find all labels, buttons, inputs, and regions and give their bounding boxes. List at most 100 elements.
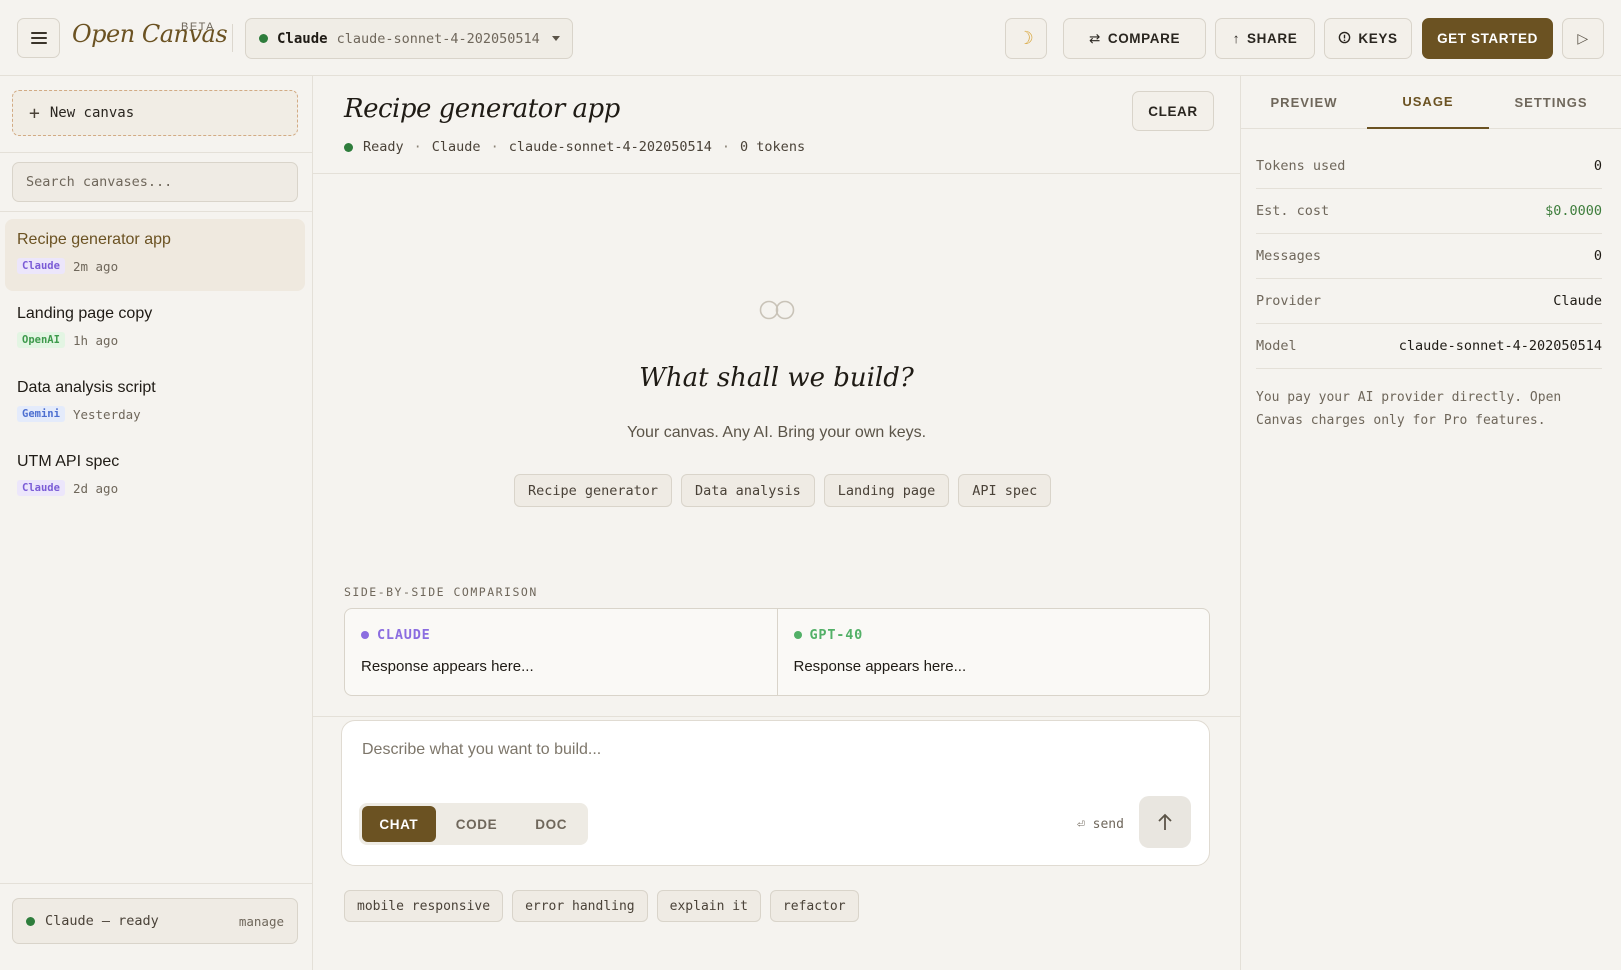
send-hint: ⏎ send bbox=[1077, 817, 1124, 832]
prompt-composer: CHAT CODE DOC ⏎ send bbox=[341, 720, 1210, 866]
model-name: claude-sonnet-4-202050514 bbox=[336, 30, 540, 47]
stat-row: Est. cost $0.0000 bbox=[1256, 189, 1602, 234]
starter-chip[interactable]: API spec bbox=[958, 474, 1052, 507]
empty-state-heading: What shall we build? bbox=[639, 363, 914, 393]
provider-dot bbox=[793, 631, 802, 639]
stat-label: Provider bbox=[1256, 293, 1322, 309]
canvas-main: Recipe generator app Ready · Claude · cl… bbox=[313, 76, 1240, 970]
moon-icon: ☽ bbox=[1017, 28, 1035, 48]
prompt-input[interactable] bbox=[362, 741, 1182, 781]
canvas-item-title: Recipe generator app bbox=[17, 231, 171, 248]
mode-tab-doc[interactable]: DOC bbox=[517, 806, 585, 842]
comparison-label: SIDE-BY-SIDE COMPARISON bbox=[344, 585, 538, 599]
clear-button[interactable]: CLEAR bbox=[1132, 91, 1214, 131]
comparison-panel: CLAUDE Response appears here... GPT-40 R… bbox=[344, 608, 1210, 696]
provider-tag: Claude bbox=[17, 258, 65, 274]
starter-chip[interactable]: Recipe generator bbox=[514, 474, 673, 507]
swap-arrows-icon: ⇄ bbox=[1088, 30, 1101, 46]
page-title: Recipe generator app bbox=[344, 94, 620, 124]
share-label: SHARE bbox=[1247, 31, 1298, 46]
comparison-provider-name: GPT-40 bbox=[809, 627, 864, 643]
stat-label: Model bbox=[1256, 338, 1297, 354]
canvas-item-title: UTM API spec bbox=[17, 453, 120, 470]
status-provider: Claude bbox=[431, 139, 481, 155]
canvas-item-title: Data analysis script bbox=[17, 379, 156, 396]
tab-preview[interactable]: PREVIEW bbox=[1241, 76, 1367, 129]
divider bbox=[313, 716, 1240, 717]
header-divider bbox=[232, 24, 233, 52]
canvas-item-utm-api-spec[interactable]: UTM API spec Claude 2d ago bbox=[5, 441, 305, 513]
suggestion-chip[interactable]: mobile responsive bbox=[344, 890, 504, 922]
status-dot bbox=[344, 142, 353, 152]
canvas-item-time: 1h ago bbox=[72, 332, 119, 348]
stat-value: 0 bbox=[1593, 158, 1602, 174]
get-started-button[interactable]: GET STARTED bbox=[1422, 18, 1553, 59]
infinity-icon bbox=[759, 300, 795, 320]
keys-label: KEYS bbox=[1358, 31, 1398, 46]
divider bbox=[0, 152, 313, 153]
billing-note: You pay your AI provider directly. Open … bbox=[1256, 390, 1562, 428]
canvas-item-recipe-generator[interactable]: Recipe generator app Claude 2m ago bbox=[5, 219, 305, 291]
canvas-list: Recipe generator app Claude 2m ago Landi… bbox=[5, 219, 305, 515]
provider-tag: Claude bbox=[17, 480, 65, 496]
stat-value: Claude bbox=[1553, 293, 1602, 309]
key-circle-icon bbox=[1338, 31, 1351, 47]
comparison-column-claude: CLAUDE Response appears here... bbox=[345, 609, 777, 695]
divider bbox=[0, 211, 313, 212]
suggestion-chip[interactable]: explain it bbox=[656, 890, 761, 922]
stat-label: Tokens used bbox=[1256, 158, 1346, 174]
hamburger-icon[interactable] bbox=[17, 18, 60, 58]
tab-settings[interactable]: SETTINGS bbox=[1489, 76, 1613, 129]
chevron-down-icon bbox=[551, 36, 560, 41]
provider-status: Claude — ready manage bbox=[12, 898, 298, 944]
comparison-column-gpt: GPT-40 Response appears here... bbox=[776, 609, 1210, 695]
status-dot bbox=[26, 916, 35, 926]
usage-stats: Tokens used 0 Est. cost $0.0000 Messages… bbox=[1256, 144, 1602, 369]
keys-button[interactable]: KEYS bbox=[1324, 18, 1412, 59]
starter-chip[interactable]: Data analysis bbox=[681, 474, 815, 507]
compare-label: COMPARE bbox=[1107, 31, 1181, 46]
canvas-item-landing-page[interactable]: Landing page copy OpenAI 1h ago bbox=[5, 293, 305, 365]
provider-tag: Gemini bbox=[17, 406, 65, 422]
plus-icon: + bbox=[29, 102, 40, 124]
manage-link[interactable]: manage bbox=[239, 914, 284, 929]
arrow-up-icon: ↑ bbox=[1232, 31, 1241, 46]
mode-tab-code[interactable]: CODE bbox=[436, 806, 518, 842]
mode-tab-chat[interactable]: CHAT bbox=[362, 806, 436, 842]
play-icon: ▷ bbox=[1577, 30, 1589, 46]
canvas-status-line: Ready · Claude · claude-sonnet-4-2020505… bbox=[344, 139, 805, 155]
model-selector[interactable]: Claude claude-sonnet-4-202050514 bbox=[245, 18, 573, 59]
new-canvas-button[interactable]: + New canvas bbox=[12, 90, 298, 136]
comparison-provider-name: CLAUDE bbox=[377, 627, 431, 643]
tab-usage[interactable]: USAGE bbox=[1367, 76, 1489, 129]
search-input[interactable] bbox=[12, 162, 298, 202]
suggestion-chips: mobile responsive error handling explain… bbox=[344, 890, 859, 922]
status-model: claude-sonnet-4-202050514 bbox=[508, 139, 712, 155]
share-button[interactable]: ↑ SHARE bbox=[1215, 18, 1315, 59]
status-state: Ready bbox=[363, 139, 404, 155]
right-panel-tabs: PREVIEW USAGE SETTINGS bbox=[1241, 76, 1621, 129]
starter-chip[interactable]: Landing page bbox=[823, 474, 950, 507]
stat-row: Provider Claude bbox=[1256, 279, 1602, 324]
top-bar: Open Canvas BETA Claude claude-sonnet-4-… bbox=[0, 0, 1621, 76]
return-key-icon: ⏎ bbox=[1077, 817, 1085, 832]
divider bbox=[0, 883, 313, 884]
stat-row: Model claude-sonnet-4-202050514 bbox=[1256, 324, 1602, 369]
canvas-item-title: Landing page copy bbox=[17, 305, 153, 322]
canvas-sidebar: + New canvas Recipe generator app Claude… bbox=[0, 76, 313, 970]
suggestion-chip[interactable]: error handling bbox=[512, 890, 648, 922]
comparison-response: Response appears here... bbox=[793, 658, 967, 675]
theme-toggle-button[interactable]: ☽ bbox=[1005, 18, 1047, 59]
arrow-up-icon bbox=[1158, 813, 1172, 830]
comparison-response: Response appears here... bbox=[361, 658, 534, 675]
canvas-item-time: Yesterday bbox=[72, 406, 141, 422]
suggestion-chip[interactable]: refactor bbox=[769, 890, 859, 922]
play-button[interactable]: ▷ bbox=[1562, 18, 1604, 59]
model-provider: Claude bbox=[277, 30, 328, 47]
stat-label: Messages bbox=[1256, 248, 1322, 264]
stat-value: $0.0000 bbox=[1545, 203, 1602, 219]
canvas-item-data-analysis[interactable]: Data analysis script Gemini Yesterday bbox=[5, 367, 305, 439]
send-button[interactable] bbox=[1139, 796, 1191, 848]
compare-button[interactable]: ⇄ COMPARE bbox=[1063, 18, 1206, 59]
stat-row: Tokens used 0 bbox=[1256, 144, 1602, 189]
